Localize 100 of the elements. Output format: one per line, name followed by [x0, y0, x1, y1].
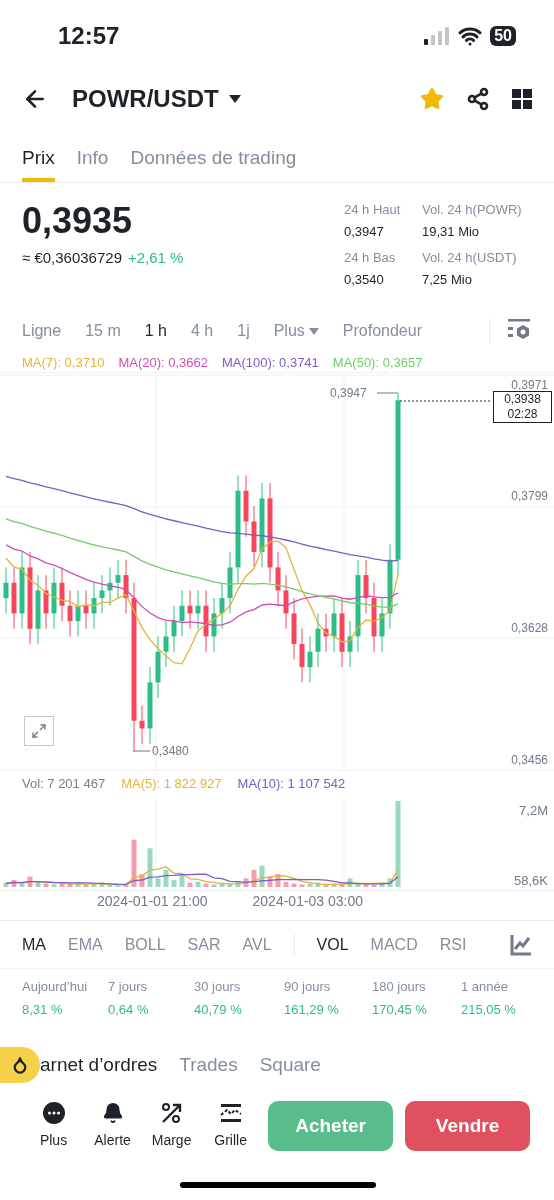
volume-bar — [323, 884, 329, 887]
sell-button[interactable]: Vendre — [405, 1101, 530, 1151]
action-button[interactable]: Grille — [201, 1101, 261, 1151]
order-book-tab[interactable]: Square — [259, 1050, 321, 1080]
indicator-tab[interactable]: MACD — [370, 932, 418, 957]
signal-icon — [424, 27, 451, 45]
price-axis-label: 0,3628 — [511, 621, 548, 635]
order-book-tab[interactable]: Trades — [179, 1050, 238, 1080]
interval-tab[interactable]: Profondeur — [342, 319, 422, 343]
candlestick — [139, 704, 145, 745]
indicator-tab[interactable]: VOL — [316, 932, 349, 957]
interval-tab[interactable]: Ligne — [22, 319, 62, 343]
buy-button[interactable]: Acheter — [268, 1101, 394, 1151]
chart-settings-icon[interactable] — [508, 319, 532, 341]
candlestick — [283, 574, 289, 630]
volume-legend: Vol: 7 201 467 — [22, 774, 106, 794]
candlestick — [339, 597, 345, 668]
favorite-star-icon[interactable] — [420, 87, 444, 111]
interval-tab[interactable]: 4 h — [191, 319, 214, 343]
tab[interactable]: Info — [76, 138, 109, 182]
candlestick — [99, 574, 105, 614]
tab[interactable]: Prix — [22, 138, 55, 182]
volume-bar — [179, 874, 185, 887]
volume-axis-label: 58,6K — [514, 873, 548, 888]
candlestick — [35, 574, 41, 645]
indicator-tab[interactable]: AVL — [242, 932, 272, 957]
caret-icon — [228, 95, 241, 103]
candlestick — [91, 582, 97, 630]
volume-bar — [147, 848, 153, 887]
order-book-tab[interactable]: arnet d’ordres — [40, 1050, 158, 1080]
period-change: 170,45 % — [372, 1000, 428, 1019]
volume-bar — [315, 882, 321, 887]
candlestick — [155, 635, 161, 699]
volume-bar — [139, 874, 145, 887]
indicator-tab[interactable]: EMA — [68, 932, 103, 957]
period-change: 161,29 % — [284, 1000, 340, 1019]
action-button[interactable]: Marge — [142, 1101, 202, 1151]
period-change: 40,79 % — [194, 1000, 243, 1019]
volume-bar — [131, 839, 137, 887]
candlestick — [307, 635, 313, 683]
interval-tab[interactable]: 1j — [237, 319, 250, 343]
action-button[interactable]: Plus — [24, 1101, 84, 1151]
candlestick — [75, 589, 81, 637]
candlestick — [243, 474, 249, 538]
indicator-tab[interactable]: BOLL — [124, 932, 166, 957]
interval-tab[interactable]: 1 h — [144, 319, 167, 343]
interval-tab[interactable]: Plus — [273, 319, 319, 343]
period-label: 7 jours — [108, 978, 149, 996]
candlestick — [195, 589, 201, 630]
volume-bar — [155, 878, 161, 887]
indicator-tab[interactable]: MA — [22, 932, 46, 957]
period-label: 1 année — [461, 978, 509, 996]
floating-assistant-button[interactable] — [0, 1047, 40, 1083]
ma-legend: MA(20): 0,3662 — [118, 352, 208, 373]
grid-icon[interactable] — [512, 89, 532, 109]
volume-bar — [163, 869, 169, 887]
volume-bar — [83, 884, 89, 887]
line-chart-icon[interactable] — [510, 933, 532, 956]
fiat-price: ≈ €0,36036729 — [22, 248, 122, 268]
indicator-tab[interactable]: SAR — [187, 932, 221, 957]
candlestick — [291, 597, 297, 660]
volume-bar — [203, 883, 209, 887]
candlestick — [299, 628, 305, 683]
stat-label: 24 h Haut — [344, 201, 402, 219]
volume-bar — [251, 869, 257, 887]
period-label: Aujourd’hui — [22, 978, 89, 996]
volume-bar — [275, 874, 281, 887]
tab[interactable]: Données de trading — [130, 138, 297, 182]
volume-bar — [339, 884, 345, 887]
candlestick — [83, 589, 89, 630]
action-button[interactable]: Alerte — [83, 1101, 143, 1151]
price-axis-label: 0,3971 — [511, 378, 548, 392]
interval-tab[interactable]: 15 m — [85, 319, 121, 343]
volume-bar — [283, 881, 289, 887]
volume-bar — [267, 876, 273, 887]
price-change: +2,61 % — [128, 248, 184, 268]
candlestick — [347, 620, 353, 668]
candlestick — [363, 559, 369, 614]
candlestick — [163, 620, 169, 668]
volume-bar — [67, 883, 73, 887]
volume-bar — [291, 883, 297, 887]
share-icon[interactable] — [466, 87, 490, 111]
volume-bar — [187, 882, 193, 887]
pair-selector[interactable]: POWR/USDT — [72, 81, 241, 117]
volume-bar — [19, 881, 25, 887]
volume-bar — [211, 884, 217, 887]
indicator-tab[interactable]: RSI — [439, 932, 467, 957]
candlestick — [227, 551, 233, 614]
candlestick — [275, 551, 281, 607]
bell-icon — [101, 1101, 124, 1124]
candlestick — [59, 566, 65, 622]
candlestick — [11, 566, 17, 630]
candlestick — [211, 597, 217, 653]
stat-label: Vol. 24 h(USDT) — [422, 249, 518, 267]
stat-value: 0,3947 — [344, 223, 385, 241]
stat-label: Vol. 24 h(POWR) — [422, 201, 523, 219]
candlestick — [43, 574, 49, 630]
candlestick — [315, 612, 321, 668]
volume-bar — [227, 883, 233, 887]
expand-icon[interactable] — [24, 716, 54, 746]
